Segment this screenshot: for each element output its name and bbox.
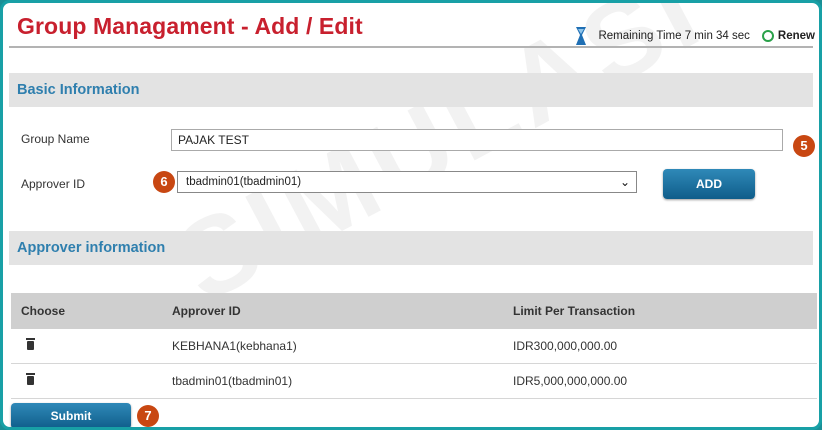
page-header: Group Managament - Add / Edit Remaining …: [3, 3, 819, 55]
approver-id-cell: KEBHANA1(kebhana1): [162, 329, 503, 364]
header-divider: [9, 46, 813, 48]
remaining-time-text: Remaining Time 7 min 34 sec: [598, 30, 750, 42]
renew-label: Renew: [777, 30, 815, 42]
chevron-down-icon: ⌄: [619, 175, 630, 189]
approver-id-cell: tbadmin01(tbadmin01): [162, 363, 503, 399]
approver-info-header: Approver information: [9, 231, 813, 265]
group-name-label: Group Name: [21, 132, 90, 146]
add-button[interactable]: ADD: [663, 169, 755, 199]
col-limit: Limit Per Transaction: [503, 293, 817, 329]
limit-cell: IDR300,000,000.00: [503, 329, 817, 364]
approver-id-label: Approver ID: [21, 177, 86, 191]
trash-icon[interactable]: [26, 338, 35, 350]
step-badge-5: 5: [793, 135, 815, 157]
session-timer: Remaining Time 7 min 34 sec Renew: [570, 25, 815, 47]
table-row: tbadmin01(tbadmin01) IDR5,000,000,000.00: [11, 363, 817, 399]
table-row: KEBHANA1(kebhana1) IDR300,000,000.00: [11, 329, 817, 364]
hourglass-icon: [576, 27, 587, 45]
choose-cell: [11, 363, 162, 399]
trash-icon[interactable]: [26, 373, 35, 385]
approver-table: Choose Approver ID Limit Per Transaction…: [11, 293, 817, 399]
app-window: SIMULASI Group Managament - Add / Edit R…: [0, 0, 822, 430]
renew-button[interactable]: Renew: [761, 30, 815, 42]
col-approver-id: Approver ID: [162, 293, 503, 329]
submit-button[interactable]: Submit: [11, 403, 131, 427]
refresh-icon: [761, 30, 774, 42]
limit-cell: IDR5,000,000,000.00: [503, 363, 817, 399]
col-choose: Choose: [11, 293, 162, 329]
basic-info-header: Basic Information: [9, 73, 813, 107]
approver-id-selected: tbadmin01(tbadmin01): [186, 176, 302, 188]
approver-id-select[interactable]: tbadmin01(tbadmin01) ⌄: [177, 171, 637, 193]
page-title: Group Managament - Add / Edit: [17, 13, 363, 39]
choose-cell: [11, 329, 162, 364]
step-badge-7: 7: [137, 405, 159, 427]
step-badge-6: 6: [153, 171, 175, 193]
group-name-input[interactable]: PAJAK TEST: [171, 129, 783, 151]
table-header-row: Choose Approver ID Limit Per Transaction: [11, 293, 817, 329]
